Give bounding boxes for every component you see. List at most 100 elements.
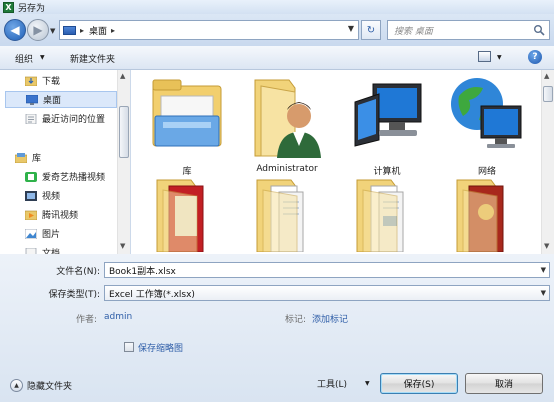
filename-value: Book1副本.xlsx (109, 266, 176, 277)
save-options-panel: 文件名(N): Book1副本.xlsx ▼ 保存类型(T): Excel 工作… (0, 254, 554, 402)
help-button[interactable]: ? (528, 50, 542, 64)
save-thumbnail-checkbox[interactable] (124, 342, 134, 352)
filetype-select[interactable]: Excel 工作簿(*.xlsx) ▼ (104, 285, 550, 301)
navigation-scrollbar[interactable]: ▲ ▼ (117, 70, 130, 254)
sidebar-item-label: 视频 (42, 192, 61, 202)
back-button[interactable]: ◀ (4, 19, 26, 41)
refresh-icon: ↻ (366, 24, 376, 36)
download-folder-icon (25, 76, 37, 86)
scroll-up-arrow-icon[interactable]: ▲ (120, 72, 125, 80)
filename-dropdown-icon[interactable]: ▼ (541, 266, 546, 274)
file-item-administrator[interactable]: Administrator (239, 76, 335, 180)
folder-docs-icon (356, 179, 404, 252)
chevron-up-icon: ▲ (10, 379, 23, 392)
sidebar-item-documents[interactable]: 文档 (5, 244, 117, 254)
change-view-icon[interactable] (478, 51, 491, 62)
library-icon (15, 152, 27, 163)
file-item-folder-8[interactable] (439, 176, 535, 254)
command-toolbar: 组织 ▼ 新建文件夹 ▼ ? (0, 46, 554, 70)
filetype-label: 保存类型(T): (48, 290, 100, 300)
address-bar[interactable]: ▸ 桌面 ▸ ▼ (59, 20, 359, 40)
refresh-button[interactable]: ↻ (361, 20, 381, 40)
user-folder-icon (254, 79, 321, 158)
tools-button[interactable]: 工具(L) (317, 377, 347, 390)
search-box[interactable]: 搜索 桌面 (387, 20, 550, 40)
recent-pages-dropdown-icon[interactable]: ▼ (50, 27, 55, 35)
navigation-pane: 下载 桌面 最近访问的位置 库 爱奇艺热播视频 视频 腾讯视频 图片 文档 ▲ … (0, 70, 130, 254)
computer-icon (354, 83, 422, 147)
pictures-library-icon (25, 228, 37, 239)
search-input[interactable]: 搜索 桌面 (394, 24, 433, 37)
folder-red-doc-icon (456, 179, 504, 252)
sidebar-item-label: 桌面 (43, 96, 62, 106)
filetype-value: Excel 工作簿(*.xlsx) (109, 289, 195, 300)
file-item-folder-5[interactable] (139, 176, 235, 254)
sidebar-item-tencent-video[interactable]: 腾讯视频 (5, 206, 117, 223)
file-item-folder-6[interactable] (239, 176, 335, 254)
sidebar-item-downloads[interactable]: 下载 (5, 72, 117, 89)
cancel-button[interactable]: 取消 (465, 373, 543, 394)
hide-folders-label: 隐藏文件夹 (27, 382, 73, 392)
organize-dropdown-icon[interactable]: ▼ (40, 54, 45, 61)
forward-button[interactable]: ▶ (27, 19, 49, 41)
window-title: 另存为 (18, 3, 46, 14)
recent-places-icon (25, 113, 37, 124)
sidebar-item-label: 文档 (42, 249, 61, 254)
desktop-icon (26, 94, 38, 105)
scroll-down-arrow-icon[interactable]: ▼ (544, 242, 549, 250)
sidebar-item-iqiyi[interactable]: 爱奇艺热播视频 (5, 168, 117, 185)
sidebar-item-label: 爱奇艺热播视频 (42, 173, 106, 183)
network-icon (451, 78, 522, 148)
arrow-right-icon: ▶ (33, 23, 43, 37)
organize-button[interactable]: 组织 (15, 52, 33, 65)
scroll-up-arrow-icon[interactable]: ▲ (544, 72, 549, 80)
author-label: 作者: (76, 315, 98, 325)
sidebar-item-libraries[interactable]: 库 (5, 149, 117, 166)
scrollbar-thumb[interactable] (543, 86, 553, 102)
file-list-view: 库 Administrator 计算机 网络 (131, 70, 541, 254)
tools-dropdown-icon[interactable]: ▼ (365, 380, 370, 387)
folder-red-doc-icon (156, 179, 204, 252)
video-library-icon (25, 190, 37, 201)
navigation-bar: ◀ ▶ ▼ ▸ 桌面 ▸ ▼ ↻ 搜索 桌面 (0, 14, 554, 46)
hide-folders-button[interactable]: ▲ 隐藏文件夹 (10, 379, 72, 392)
file-item-libraries[interactable]: 库 (139, 76, 235, 180)
tags-field[interactable]: 添加标记 (312, 312, 348, 325)
search-icon[interactable] (533, 24, 545, 36)
sidebar-item-pictures[interactable]: 图片 (5, 225, 117, 242)
iqiyi-icon (25, 171, 37, 182)
file-item-network[interactable]: 网络 (439, 76, 535, 180)
sidebar-item-label: 最近访问的位置 (42, 115, 106, 125)
file-item-label: Administrator (256, 164, 318, 174)
save-thumbnail-label[interactable]: 保存缩略图 (138, 341, 183, 354)
tags-label: 标记: (285, 315, 307, 325)
file-item-folder-7[interactable] (339, 176, 435, 254)
filename-field[interactable]: Book1副本.xlsx ▼ (104, 262, 550, 278)
breadcrumb-desktop[interactable]: 桌面 (89, 24, 107, 37)
tencent-video-icon (25, 210, 37, 220)
filetype-dropdown-icon[interactable]: ▼ (541, 289, 546, 297)
sidebar-item-label: 下载 (42, 77, 61, 87)
file-item-computer[interactable]: 计算机 (339, 76, 435, 180)
sidebar-item-recent-places[interactable]: 最近访问的位置 (5, 110, 117, 127)
scroll-down-arrow-icon[interactable]: ▼ (120, 242, 125, 250)
sidebar-item-label: 图片 (42, 230, 61, 240)
desktop-icon (63, 25, 76, 35)
folder-docs-icon (256, 179, 304, 252)
save-button[interactable]: 保存(S) (380, 373, 458, 394)
new-folder-button[interactable]: 新建文件夹 (70, 52, 115, 65)
title-bar: X 另存为 (0, 0, 554, 14)
view-options-dropdown-icon[interactable]: ▼ (497, 54, 502, 61)
file-list-scrollbar[interactable]: ▲ ▼ (541, 70, 554, 254)
library-folder-icon (152, 79, 222, 147)
sidebar-item-desktop[interactable]: 桌面 (5, 91, 117, 108)
sidebar-item-label: 库 (32, 154, 42, 164)
excel-app-icon: X (3, 1, 14, 13)
breadcrumb-separator-icon[interactable]: ▸ (80, 26, 84, 35)
address-history-dropdown-icon[interactable]: ▼ (348, 24, 354, 33)
breadcrumb-chevron-icon[interactable]: ▸ (111, 26, 115, 35)
scrollbar-thumb[interactable] (119, 106, 129, 158)
sidebar-item-videos[interactable]: 视频 (5, 187, 117, 204)
author-field[interactable]: admin (104, 312, 132, 322)
filename-label: 文件名(N): (56, 267, 100, 277)
